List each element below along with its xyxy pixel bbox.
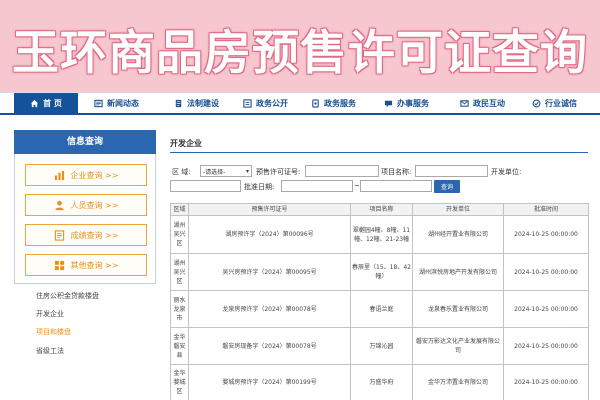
table-row[interactable]: 湖州吴兴区 湖房预许字（2024）第00096号 翠樾园4幢、8幢、11幢、12… bbox=[170, 215, 589, 254]
cell-date: 2024-10-25 00:00:00 bbox=[503, 215, 589, 254]
table-row[interactable]: 湖州吴兴区 吴兴房预许字（2024）第00095号 春辰里（15、18、42幢）… bbox=[170, 253, 589, 291]
project-name-label: 项目名称: bbox=[381, 168, 412, 176]
table-row[interactable]: 丽水龙泉市 龙泉房预许字（2024）第00078号 春语兰庭 龙泉春乐置业有限公… bbox=[170, 290, 589, 328]
nav-item-label: 首 页 bbox=[43, 99, 62, 108]
chevron-down-icon: ▾ bbox=[245, 168, 249, 175]
nav-item-affairs[interactable]: 办事服务 bbox=[384, 93, 429, 114]
gov-service-icon bbox=[311, 99, 320, 108]
nav-item-interaction[interactable]: 政民互动 bbox=[460, 93, 505, 114]
cell-region: 金华磐安县 bbox=[170, 327, 189, 365]
main-nav: 首 页 新闻动态 法制建设 政务公开 政务服务 办事服务 政民互动 行业诚信 bbox=[0, 92, 600, 115]
permit-label: 预售许可证号: bbox=[256, 168, 301, 176]
cell-permit[interactable]: 吴兴房预许字（2024）第00095号 bbox=[188, 253, 351, 291]
cell-developer: 湖州滨悦房地产开发有限公司 bbox=[412, 253, 504, 291]
person-query-label: 人员查询 >> bbox=[70, 200, 119, 210]
enterprise-query-button[interactable]: 企业查询 >> bbox=[25, 164, 147, 186]
cell-developer: 湖州经开置业有限公司 bbox=[412, 215, 504, 254]
cell-date: 2024-10-25 00:00:00 bbox=[503, 253, 589, 291]
approval-date-end-input[interactable] bbox=[360, 180, 432, 192]
nav-item-home[interactable]: 首 页 bbox=[14, 93, 78, 114]
home-icon bbox=[30, 99, 39, 108]
nav-item-gov-service[interactable]: 政务服务 bbox=[311, 93, 356, 114]
law-icon bbox=[174, 99, 183, 108]
nav-item-label: 政民互动 bbox=[473, 99, 505, 108]
interaction-icon bbox=[460, 99, 469, 108]
cell-permit[interactable]: 婺城房预许字（2024）第00199号 bbox=[188, 364, 351, 400]
grid-icon bbox=[54, 260, 65, 271]
cell-date: 2024-10-25 00:00:00 bbox=[503, 364, 589, 400]
cell-project[interactable]: 春辰里（15、18、42幢） bbox=[350, 253, 413, 291]
approval-date-label: 批准日期: bbox=[244, 183, 275, 191]
col-header-permit: 预售许可证号 bbox=[188, 203, 351, 216]
nav-item-label: 新闻动态 bbox=[107, 99, 139, 108]
region-label: 区 域: bbox=[172, 168, 191, 176]
person-icon bbox=[54, 200, 65, 211]
nav-item-label: 政务公开 bbox=[256, 99, 288, 108]
cell-date: 2024-10-25 00:00:00 bbox=[503, 327, 589, 365]
region-select-value: -请选择- bbox=[203, 168, 226, 176]
developer-input-box[interactable] bbox=[170, 180, 241, 192]
cell-developer: 金华万沛置业有限公司 bbox=[412, 364, 504, 400]
other-query-button[interactable]: 其他查询 >> bbox=[25, 254, 147, 276]
cell-developer: 磐安万影达文化产业发展有限公司 bbox=[412, 327, 504, 365]
table-header-row: 区域 预售许可证号 项目名称 开发单位 批准时间 bbox=[170, 203, 589, 216]
sidebar-link-provincial-methods[interactable]: 省级工法 bbox=[36, 346, 64, 356]
permit-number-input[interactable] bbox=[305, 165, 379, 177]
grade-icon bbox=[54, 229, 65, 241]
table-row[interactable]: 金华婺城区 婺城房预许字（2024）第00199号 万盛华府 金华万沛置业有限公… bbox=[170, 364, 589, 400]
cell-project[interactable]: 万锦沁园 bbox=[350, 327, 413, 365]
section-title: 开发企业 bbox=[170, 139, 202, 148]
sidebar-title: 信息查询 bbox=[14, 130, 156, 154]
grade-query-label: 成绩查询 >> bbox=[70, 230, 119, 240]
results-table: 区域 预售许可证号 项目名称 开发单位 批准时间 湖州吴兴区 湖房预许字（202… bbox=[170, 203, 589, 400]
col-header-date: 批准时间 bbox=[503, 203, 589, 216]
banner: 玉环商品房预售许可证查询 bbox=[0, 0, 600, 92]
developer-label: 开发单位: bbox=[491, 168, 522, 176]
cell-date: 2024-10-25 00:00:00 bbox=[503, 290, 589, 328]
news-icon bbox=[94, 99, 103, 108]
date-range-separator: ~ bbox=[354, 182, 360, 190]
affairs-icon bbox=[384, 99, 393, 108]
cell-region: 金华婺城区 bbox=[170, 364, 189, 400]
person-query-button[interactable]: 人员查询 >> bbox=[25, 194, 147, 216]
col-header-project: 项目名称 bbox=[350, 203, 413, 216]
nav-item-label: 办事服务 bbox=[397, 99, 429, 108]
cell-permit[interactable]: 磐安房现备字（2024）第00078号 bbox=[188, 327, 351, 365]
sidebar-link-housing-fund[interactable]: 住房公积金贷款楼盘 bbox=[36, 291, 99, 301]
cell-permit[interactable]: 湖房预许字（2024）第00096号 bbox=[188, 215, 351, 254]
chart-icon bbox=[54, 170, 65, 181]
col-header-developer: 开发单位 bbox=[412, 203, 504, 216]
cell-project[interactable]: 春语兰庭 bbox=[350, 290, 413, 328]
cell-project[interactable]: 翠樾园4幢、8幢、11幢、12幢、21-23幢 bbox=[350, 215, 413, 254]
approval-date-start-input[interactable] bbox=[281, 180, 353, 192]
integrity-icon bbox=[532, 99, 541, 108]
cell-permit[interactable]: 龙泉房预许字（2024）第00078号 bbox=[188, 290, 351, 328]
region-select[interactable]: -请选择- ▾ bbox=[200, 165, 252, 177]
grade-query-button[interactable]: 成绩查询 >> bbox=[25, 224, 147, 246]
nav-item-label: 政务服务 bbox=[324, 99, 356, 108]
nav-item-news[interactable]: 新闻动态 bbox=[94, 93, 139, 114]
cell-project[interactable]: 万盛华府 bbox=[350, 364, 413, 400]
search-button[interactable]: 查询 bbox=[434, 180, 460, 193]
sidebar-link-projects[interactable]: 项目和楼盘 bbox=[36, 327, 71, 337]
section-divider bbox=[170, 152, 588, 153]
cell-region: 湖州吴兴区 bbox=[170, 253, 189, 291]
nav-item-law[interactable]: 法制建设 bbox=[174, 93, 219, 114]
gov-open-icon bbox=[243, 99, 252, 108]
page-title: 玉环商品房预售许可证查询 bbox=[12, 26, 588, 81]
sidebar-link-developers[interactable]: 开发企业 bbox=[36, 309, 64, 319]
nav-item-label: 行业诚信 bbox=[545, 99, 577, 108]
nav-item-label: 法制建设 bbox=[187, 99, 219, 108]
sidebar-query-box: 企业查询 >> 人员查询 >> 成绩查询 >> 其他查询 >> bbox=[14, 154, 156, 284]
col-header-region: 区域 bbox=[170, 203, 189, 216]
other-query-label: 其他查询 >> bbox=[70, 260, 119, 270]
cell-developer: 龙泉春乐置业有限公司 bbox=[412, 290, 504, 328]
enterprise-query-label: 企业查询 >> bbox=[70, 170, 119, 180]
nav-item-integrity[interactable]: 行业诚信 bbox=[532, 93, 577, 114]
nav-item-gov-open[interactable]: 政务公开 bbox=[243, 93, 288, 114]
cell-region: 湖州吴兴区 bbox=[170, 215, 189, 254]
cell-region: 丽水龙泉市 bbox=[170, 290, 189, 328]
project-name-input[interactable] bbox=[415, 165, 488, 177]
table-row[interactable]: 金华磐安县 磐安房现备字（2024）第00078号 万锦沁园 磐安万影达文化产业… bbox=[170, 327, 589, 365]
